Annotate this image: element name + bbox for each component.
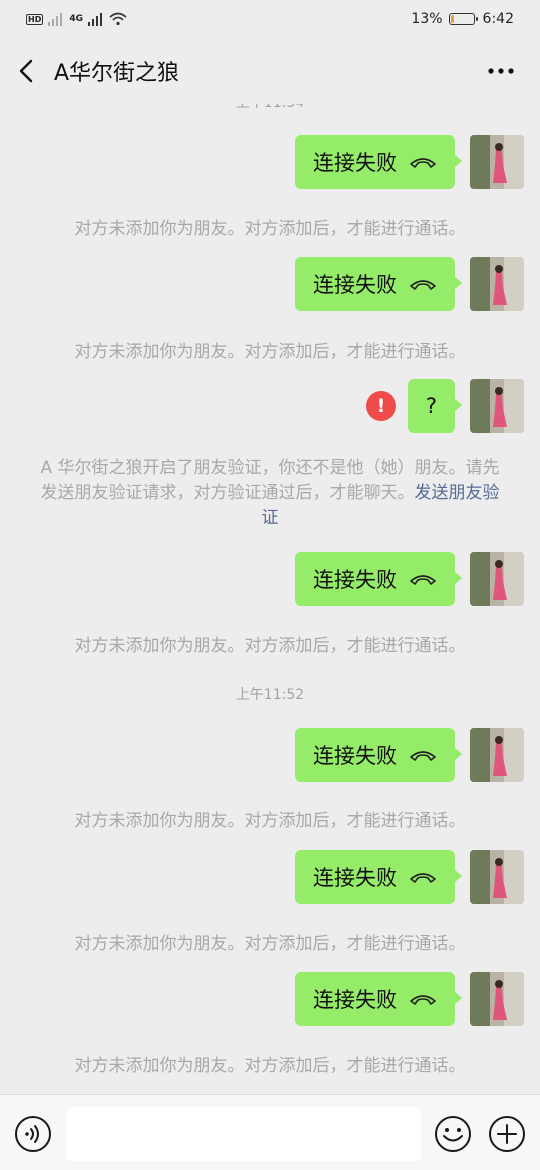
signal-strength-icon xyxy=(88,13,102,26)
avatar[interactable] xyxy=(470,972,524,1026)
hangup-phone-icon xyxy=(410,995,436,1005)
chat-title: A华尔街之狼 xyxy=(54,61,180,86)
battery-level xyxy=(450,15,454,23)
hangup-phone-icon xyxy=(410,575,436,585)
input-bar xyxy=(0,1094,540,1170)
title-bar: A华尔街之狼 xyxy=(0,38,540,104)
call-bubble[interactable]: 连接失败 xyxy=(295,728,462,782)
status-left: HD 4G xyxy=(26,12,127,26)
signal-icon xyxy=(48,13,63,26)
plus-button[interactable] xyxy=(488,1115,526,1153)
more-button[interactable] xyxy=(484,58,518,84)
avatar-image xyxy=(470,257,524,311)
chevron-left-icon xyxy=(19,59,33,83)
message-row: 连接失败 xyxy=(0,135,540,189)
avatar-image xyxy=(470,972,524,1026)
back-button[interactable] xyxy=(0,38,54,104)
avatar[interactable] xyxy=(470,728,524,782)
message-list[interactable]: 上午11:34 连接失败 对方未添加你为朋友。对方添加后，才能进行通话。 连 xyxy=(0,104,540,1094)
system-notice: 对方未添加你为朋友。对方添加后，才能进行通话。 xyxy=(74,219,466,239)
message-row: 连接失败 xyxy=(0,850,540,904)
text-bubble[interactable]: ? xyxy=(407,379,463,433)
ellipsis-icon xyxy=(488,68,514,74)
voice-button[interactable] xyxy=(14,1115,52,1153)
voice-icon xyxy=(15,1116,51,1152)
call-status-text: 连接失败 xyxy=(313,568,397,592)
avatar-image xyxy=(470,728,524,782)
message-text: ? xyxy=(425,394,437,418)
network-type: 4G xyxy=(69,14,83,24)
call-bubble[interactable]: 连接失败 xyxy=(295,850,462,904)
call-status-text: 连接失败 xyxy=(313,151,397,175)
plus-icon xyxy=(489,1116,525,1152)
system-notice: 对方未添加你为朋友。对方添加后，才能进行通话。 xyxy=(74,934,466,954)
system-notice: 对方未添加你为朋友。对方添加后，才能进行通话。 xyxy=(74,811,466,831)
avatar[interactable] xyxy=(470,379,524,433)
avatar[interactable] xyxy=(470,552,524,606)
avatar[interactable] xyxy=(470,850,524,904)
call-bubble[interactable]: 连接失败 xyxy=(295,552,462,606)
call-status-text: 连接失败 xyxy=(313,744,397,768)
message-row: 连接失败 xyxy=(0,257,540,311)
call-status-text: 连接失败 xyxy=(313,273,397,297)
smile-icon xyxy=(435,1116,471,1152)
chat-screen: HD 4G 13% 6:42 A华尔街之狼 连接失败 对方未添加你为朋友。对方添… xyxy=(0,0,540,1170)
emoji-button[interactable] xyxy=(434,1115,472,1153)
status-bar: HD 4G 13% 6:42 xyxy=(0,0,540,38)
timestamp: 上午11:34 xyxy=(0,104,540,112)
status-right: 13% 6:42 xyxy=(411,11,514,27)
avatar-image xyxy=(470,379,524,433)
message-row: ! ? xyxy=(0,379,540,433)
call-bubble[interactable]: 连接失败 xyxy=(295,135,462,189)
call-status-text: 连接失败 xyxy=(313,866,397,890)
verification-notice: A 华尔街之狼开启了朋友验证，你还不是他（她）朋友。请先发送朋友验证请求，对方验… xyxy=(40,456,500,531)
call-bubble[interactable]: 连接失败 xyxy=(295,257,462,311)
message-input[interactable] xyxy=(66,1107,421,1161)
call-bubble[interactable]: 连接失败 xyxy=(295,972,462,1026)
call-status-text: 连接失败 xyxy=(313,988,397,1012)
system-notice: 对方未添加你为朋友。对方添加后，才能进行通话。 xyxy=(74,636,466,656)
avatar-image xyxy=(470,552,524,606)
battery-percent: 13% xyxy=(411,11,443,27)
avatar-image xyxy=(470,850,524,904)
avatar[interactable] xyxy=(470,257,524,311)
timestamp: 上午11:52 xyxy=(235,687,305,703)
message-row: 连接失败 xyxy=(0,552,540,606)
message-row: 连接失败 xyxy=(0,972,540,1026)
send-failed-icon[interactable]: ! xyxy=(366,391,396,421)
hangup-phone-icon xyxy=(410,873,436,883)
clock: 6:42 xyxy=(482,11,514,27)
hangup-phone-icon xyxy=(410,158,436,168)
hangup-phone-icon xyxy=(410,751,436,761)
wifi-icon xyxy=(109,12,127,26)
system-notice: 对方未添加你为朋友。对方添加后，才能进行通话。 xyxy=(74,342,466,362)
hangup-phone-icon xyxy=(410,280,436,290)
hd-icon: HD xyxy=(26,13,44,25)
system-notice: 对方未添加你为朋友。对方添加后，才能进行通话。 xyxy=(74,1056,466,1076)
message-row: 连接失败 xyxy=(0,728,540,782)
avatar-image xyxy=(470,135,524,189)
battery-icon xyxy=(448,13,478,25)
avatar[interactable] xyxy=(470,135,524,189)
